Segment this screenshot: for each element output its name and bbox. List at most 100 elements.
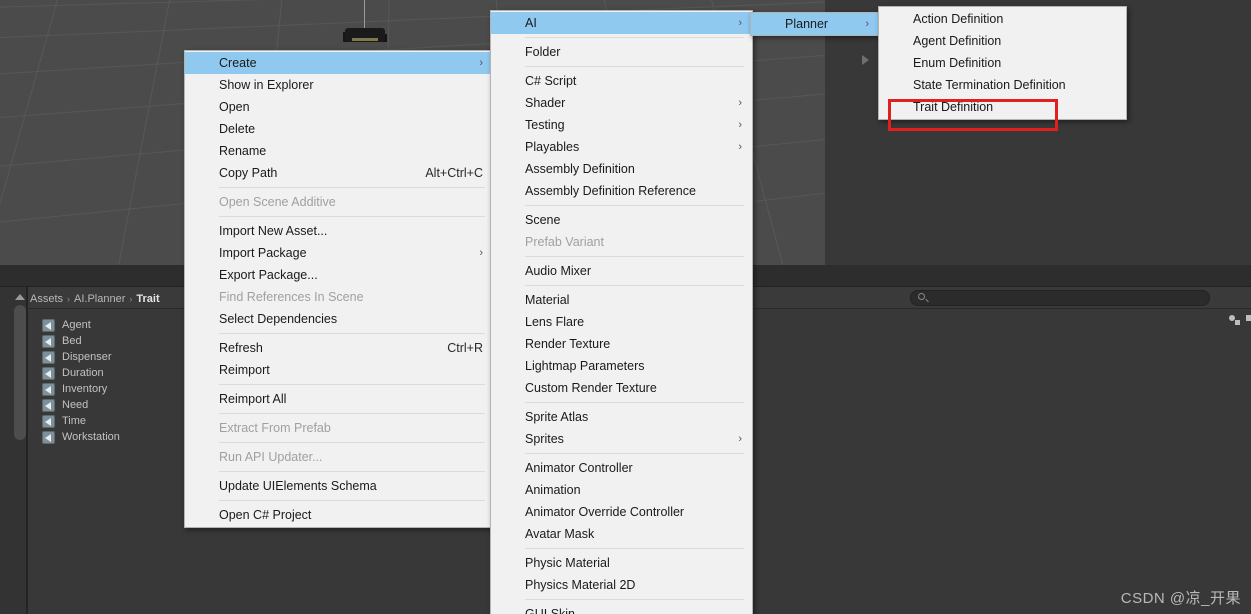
create-item-sprites[interactable]: Sprites › [491,428,752,450]
menu-item-label: Open C# Project [219,508,312,522]
breadcrumb-item-trait[interactable]: Trait [136,293,159,305]
list-item-label: Dispenser [62,351,112,363]
create-item-custom-render-texture[interactable]: Custom Render Texture [491,377,752,399]
menu-item-label: Sprites [525,432,564,446]
menu-separator [525,285,744,286]
menu-item-delete[interactable]: Delete [185,118,493,140]
menu-item-refresh[interactable]: Refresh Ctrl+R [185,337,493,359]
create-item-animation[interactable]: Animation [491,479,752,501]
menu-item-export-package[interactable]: Export Package... [185,264,493,286]
create-item-gui-skin[interactable]: GUI Skin [491,603,752,614]
planner-submenu[interactable]: Action Definition Agent Definition Enum De… [878,6,1127,120]
create-item-testing[interactable]: Testing › [491,114,752,136]
menu-item-label: Playables [525,140,580,154]
create-item-shader[interactable]: Shader › [491,92,752,114]
planner-item-action-definition[interactable]: Action Definition [879,8,1126,30]
menu-separator [219,384,485,385]
list-item[interactable]: Agent [42,317,120,333]
search-icon [918,293,925,300]
planner-item-enum-definition[interactable]: Enum Definition [879,52,1126,74]
ai-submenu[interactable]: Planner › [750,12,880,36]
create-item-playables[interactable]: Playables › [491,136,752,158]
breadcrumb-separator: › [67,294,71,304]
menu-separator [219,471,485,472]
menu-item-import-new-asset[interactable]: Import New Asset... [185,220,493,242]
menu-item-import-package[interactable]: Import Package › [185,242,493,264]
search-input[interactable] [910,290,1210,306]
create-item-render-texture[interactable]: Render Texture [491,333,752,355]
create-item-audio-mixer[interactable]: Audio Mixer [491,260,752,282]
create-item-animator-controller[interactable]: Animator Controller [491,457,752,479]
menu-item-open[interactable]: Open [185,96,493,118]
breadcrumb-item-aiplanner[interactable]: AI.Planner [74,293,125,305]
menu-item-label: AI [525,16,537,30]
menu-item-show-in-explorer[interactable]: Show in Explorer [185,74,493,96]
menu-item-copy-path[interactable]: Copy Path Alt+Ctrl+C [185,162,493,184]
scriptable-object-icon [42,430,55,444]
menu-item-select-dependencies[interactable]: Select Dependencies [185,308,493,330]
create-item-c-script[interactable]: C# Script [491,70,752,92]
menu-item-reimport[interactable]: Reimport [185,359,493,381]
create-item-ai[interactable]: AI › [491,12,752,34]
create-item-animator-override-controller[interactable]: Animator Override Controller [491,501,752,523]
menu-item-open-c-project[interactable]: Open C# Project [185,504,493,526]
breadcrumb-item-assets[interactable]: Assets [30,293,63,305]
list-item[interactable]: Time [42,413,120,429]
chevron-right-icon: › [738,17,742,29]
chevron-right-icon: › [738,97,742,109]
list-item[interactable]: Bed [42,333,120,349]
create-item-scene[interactable]: Scene [491,209,752,231]
chevron-right-icon: › [865,18,869,30]
list-item[interactable]: Duration [42,365,120,381]
menu-item-label: Animation [525,483,581,497]
project-column-divider [26,287,28,614]
scriptable-object-icon [42,398,55,412]
menu-item-create[interactable]: Create › [185,52,493,74]
scrollbar-thumb[interactable] [14,305,26,440]
filter-icon[interactable] [1228,314,1241,326]
menu-item-reimport-all[interactable]: Reimport All [185,388,493,410]
menu-item-label: Run API Updater... [219,450,323,464]
create-item-physics-material-2d[interactable]: Physics Material 2D [491,574,752,596]
planner-item-agent-definition[interactable]: Agent Definition [879,30,1126,52]
create-item-lightmap-parameters[interactable]: Lightmap Parameters [491,355,752,377]
create-item-avatar-mask[interactable]: Avatar Mask [491,523,752,545]
menu-item-label: Copy Path [219,166,278,180]
menu-item-label: Open [219,100,250,114]
chevron-right-icon: › [479,247,483,259]
create-item-assembly-definition-reference[interactable]: Assembly Definition Reference [491,180,752,202]
menu-item-rename[interactable]: Rename [185,140,493,162]
create-item-sprite-atlas[interactable]: Sprite Atlas [491,406,752,428]
create-item-assembly-definition[interactable]: Assembly Definition [491,158,752,180]
create-item-folder[interactable]: Folder [491,41,752,63]
list-item[interactable]: Dispenser [42,349,120,365]
planner-item-state-termination-definition[interactable]: State Termination Definition [879,74,1126,96]
chevron-right-icon: › [479,57,483,69]
create-item-physic-material[interactable]: Physic Material [491,552,752,574]
list-item[interactable]: Workstation [42,429,120,445]
list-item[interactable]: Inventory [42,381,120,397]
menu-item-update-uielements-schema[interactable]: Update UIElements Schema [185,475,493,497]
ai-item-planner[interactable]: Planner › [751,13,879,35]
menu-item-label: Reimport All [219,392,287,406]
menu-item-shortcut: Ctrl+R [447,341,483,355]
menu-item-label: Material [525,293,570,307]
list-item-label: Agent [62,319,91,331]
menu-item-label: Reimport [219,363,270,377]
scroll-up-icon[interactable] [15,294,25,300]
create-item-material[interactable]: Material [491,289,752,311]
create-submenu[interactable]: AI › Folder C# Script Shader › Testing › Playabl… [490,10,753,614]
list-item[interactable]: Need [42,397,120,413]
create-item-prefab-variant: Prefab Variant [491,231,752,253]
label-icon[interactable] [1245,314,1251,326]
menu-item-label: Avatar Mask [525,527,595,541]
chevron-right-icon[interactable] [862,55,869,65]
menu-item-label: Show in Explorer [219,78,314,92]
asset-context-menu[interactable]: Create › Show in Explorer Open Delete Rename C… [184,50,494,528]
planner-item-trait-definition[interactable]: Trait Definition [879,96,1126,118]
menu-item-label: Export Package... [219,268,318,282]
create-item-lens-flare[interactable]: Lens Flare [491,311,752,333]
menu-item-label: Open Scene Additive [219,195,336,209]
list-item-label: Time [62,415,87,427]
menu-separator [525,37,744,38]
